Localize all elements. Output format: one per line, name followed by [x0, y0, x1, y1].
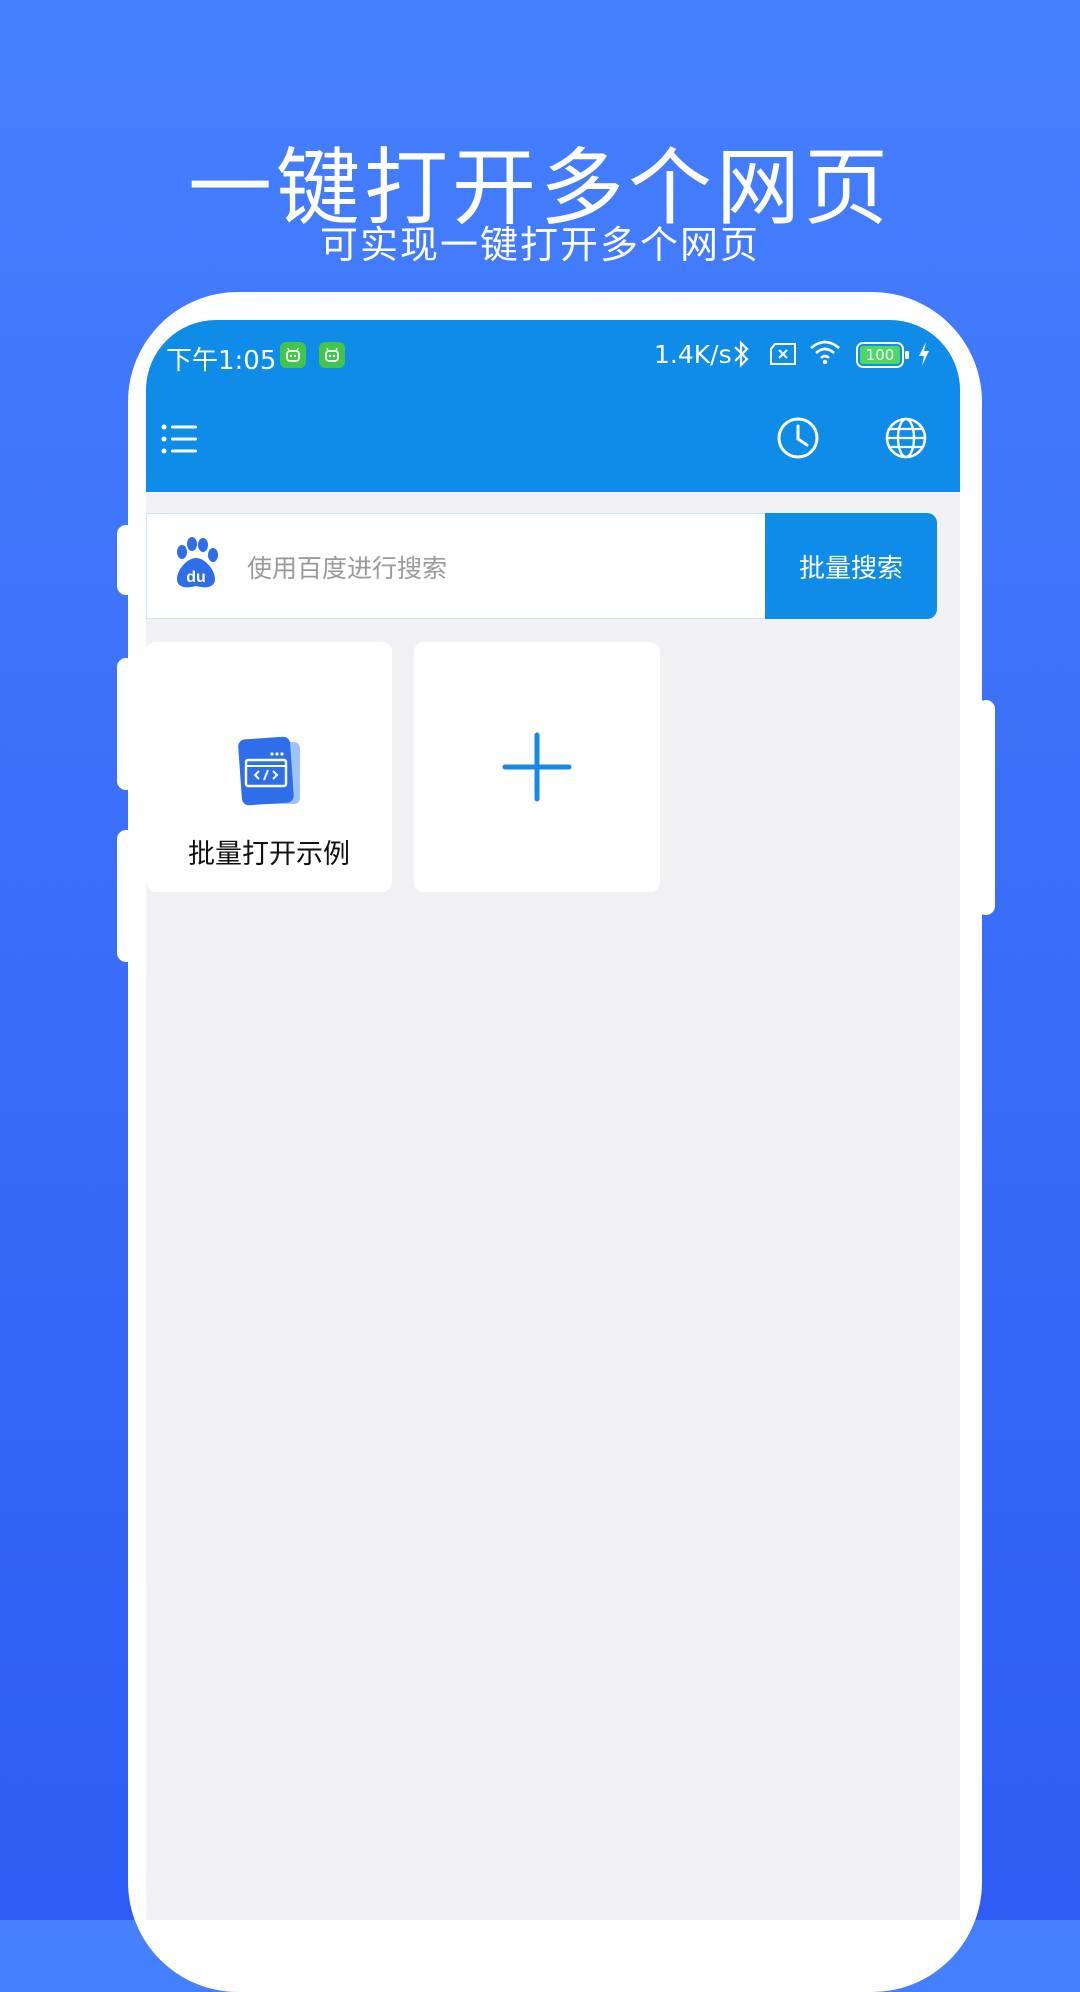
battery-icon: 100 [856, 341, 912, 373]
phone-side-button [117, 658, 135, 790]
web-page-code-icon [230, 732, 310, 816]
phone-screen: 下午1:05 1.4K/s 100 du 使用百度进行搜索 批量搜索 批量打开示… [146, 320, 960, 1920]
phone-side-button [117, 525, 135, 595]
no-sim-icon [768, 342, 798, 370]
app-bar: 下午1:05 1.4K/s 100 [146, 320, 960, 492]
battery-level: 100 [865, 346, 895, 364]
phone-side-button [977, 700, 995, 915]
baidu-paw-icon: du [171, 536, 221, 596]
notification-app-icon [319, 342, 345, 368]
status-time: 下午1:05 [166, 346, 277, 376]
batch-open-example-card[interactable]: 批量打开示例 [146, 642, 392, 892]
add-plus-icon [502, 732, 572, 806]
status-bar: 下午1:05 1.4K/s 100 [146, 320, 960, 392]
promo-subline: 可实现一键打开多个网页 [319, 223, 760, 267]
charging-icon [916, 340, 932, 372]
add-card[interactable] [414, 642, 660, 892]
wifi-icon [808, 338, 842, 370]
menu-icon[interactable] [160, 420, 198, 462]
network-speed: 1.4K/s [654, 340, 732, 369]
search-input[interactable] [245, 542, 749, 594]
search-bar: du 批量搜索 [146, 513, 937, 619]
batch-search-button[interactable]: 批量搜索 [765, 513, 937, 619]
phone-side-button [117, 830, 135, 962]
svg-text:du: du [186, 569, 206, 586]
history-clock-icon[interactable] [776, 416, 820, 464]
card-label: 批量打开示例 [188, 839, 350, 870]
notification-app-icon [280, 342, 306, 368]
bluetooth-icon [732, 338, 750, 374]
globe-icon[interactable] [884, 416, 928, 464]
